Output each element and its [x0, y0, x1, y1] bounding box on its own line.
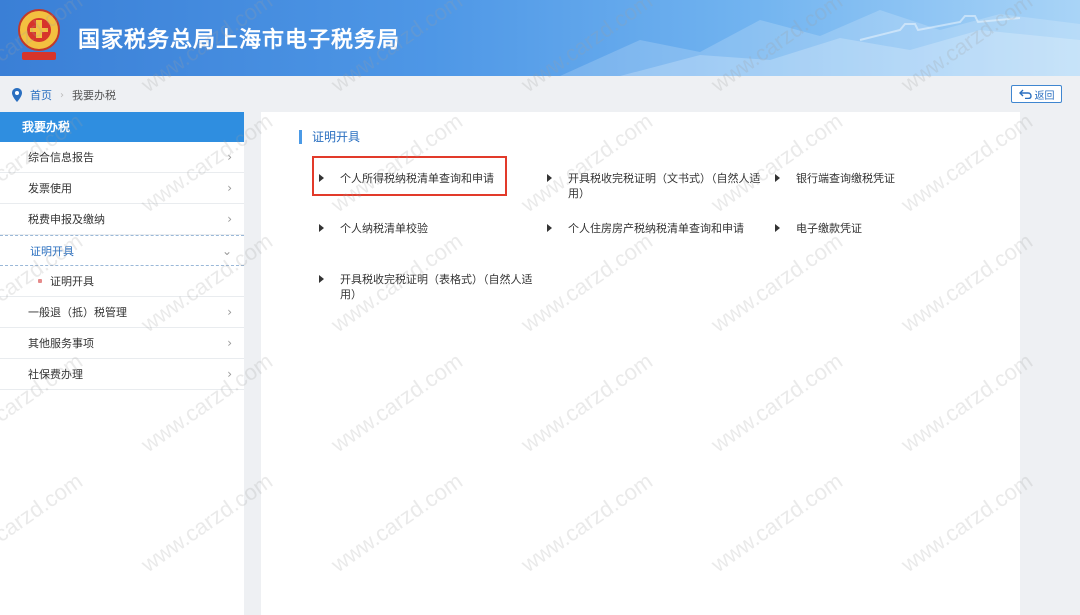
- back-button[interactable]: 返回: [1011, 85, 1062, 103]
- back-button-label: 返回: [1034, 90, 1055, 102]
- chevron-right-icon: ›: [227, 305, 232, 319]
- breadcrumb-home-link[interactable]: 首页: [30, 87, 52, 103]
- sidebar-item-label: 发票使用: [28, 182, 72, 195]
- sidebar-item-label: 税费申报及缴纳: [28, 213, 105, 226]
- bullet-icon: [38, 279, 42, 283]
- triangle-bullet-icon: [319, 275, 324, 283]
- sidebar-item-other-services[interactable]: 其他服务事项 ›: [0, 328, 244, 359]
- sidebar-item-info-report[interactable]: 综合信息报告 ›: [0, 142, 244, 173]
- sidebar-item-label: 一般退（抵）税管理: [28, 306, 127, 319]
- sidebar-item-label: 其他服务事项: [28, 337, 94, 350]
- triangle-bullet-icon: [775, 224, 780, 232]
- sidebar-item-label: 社保费办理: [28, 368, 83, 381]
- site-header: 国家税务总局上海市电子税务局: [0, 0, 1080, 76]
- sidebar-item-invoice[interactable]: 发票使用 ›: [0, 173, 244, 204]
- sidebar-item-tax-declaration[interactable]: 税费申报及缴纳 ›: [0, 204, 244, 235]
- section-title: 证明开具: [299, 130, 360, 144]
- sidebar-item-label: 综合信息报告: [28, 151, 94, 164]
- breadcrumb-separator: ›: [60, 89, 64, 101]
- sidebar-heading: 我要办税: [0, 112, 244, 142]
- function-link-electronic-voucher[interactable]: 电子缴款凭证: [775, 221, 975, 236]
- triangle-bullet-icon: [775, 174, 780, 182]
- triangle-bullet-icon: [319, 174, 324, 182]
- breadcrumb-current: 我要办税: [72, 89, 116, 102]
- function-link-bank-payment-voucher[interactable]: 银行端查询缴税凭证: [775, 171, 975, 186]
- function-link-tax-list-verify[interactable]: 个人纳税清单校验: [319, 221, 519, 236]
- sidebar-item-label: 证明开具: [30, 245, 74, 258]
- sidebar-item-refund[interactable]: 一般退（抵）税管理 ›: [0, 297, 244, 328]
- tax-emblem-icon: [18, 9, 60, 60]
- breadcrumb: 首页 › 我要办税: [12, 87, 116, 103]
- site-title: 国家税务总局上海市电子税务局: [78, 27, 401, 53]
- sidebar: 我要办税 综合信息报告 › 发票使用 › 税费申报及缴纳 › 证明开具 ⌄ 证明…: [0, 112, 244, 615]
- sidebar-item-certificate[interactable]: 证明开具 ⌄: [0, 235, 244, 266]
- chevron-right-icon: ›: [227, 336, 232, 350]
- chevron-right-icon: ›: [227, 181, 232, 195]
- triangle-bullet-icon: [547, 174, 552, 182]
- main-content: 证明开具 个人所得税纳税清单查询和申请 开具税收完税证明（文书式）（自然人适用）…: [261, 112, 1020, 615]
- chevron-right-icon: ›: [227, 212, 232, 226]
- sidebar-subitem-label: 证明开具: [50, 275, 94, 288]
- triangle-bullet-icon: [547, 224, 552, 232]
- function-link-housing-property-tax[interactable]: 个人住房房产税纳税清单查询和申请: [547, 221, 762, 236]
- sidebar-item-social-insurance[interactable]: 社保费办理 ›: [0, 359, 244, 390]
- function-link-tax-certificate-table[interactable]: 开具税收完税证明（表格式）（自然人适用）: [319, 272, 534, 302]
- return-arrow-icon: [1018, 89, 1032, 99]
- chevron-right-icon: ›: [227, 367, 232, 381]
- chevron-down-icon: ⌄: [221, 244, 232, 258]
- chevron-right-icon: ›: [227, 150, 232, 164]
- breadcrumb-bar: 首页 › 我要办税: [0, 76, 1080, 112]
- function-link-income-tax-list[interactable]: 个人所得税纳税清单查询和申请: [319, 171, 519, 186]
- location-pin-icon: [12, 88, 22, 102]
- function-link-tax-certificate-document[interactable]: 开具税收完税证明（文书式）（自然人适用）: [547, 171, 762, 201]
- triangle-bullet-icon: [319, 224, 324, 232]
- sidebar-subitem-certificate[interactable]: 证明开具: [0, 266, 244, 297]
